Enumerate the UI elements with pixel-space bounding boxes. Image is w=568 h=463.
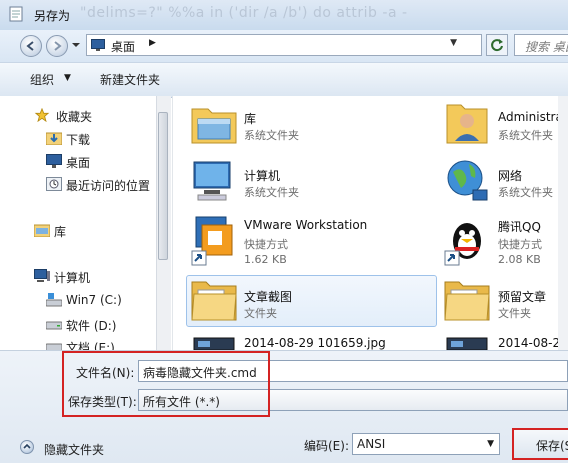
vmware-icon[interactable]: [190, 215, 238, 267]
image-file-icon[interactable]: [190, 336, 238, 350]
organize-button[interactable]: 组织: [30, 71, 54, 88]
recent-places-icon: [46, 177, 62, 191]
back-button[interactable]: [20, 35, 42, 57]
chevron-up-icon: [23, 443, 31, 449]
annotation-highlight-box: [62, 351, 270, 417]
item-name[interactable]: 计算机: [244, 167, 280, 184]
nav-drive-c[interactable]: Win7 (C:): [66, 293, 122, 307]
refresh-button[interactable]: [486, 34, 508, 56]
desktop-icon: [46, 154, 62, 168]
item-type: 文件夹: [244, 307, 277, 320]
background-overlay-text: "delims=?" %%a in ('dir /a /b') do attri…: [80, 5, 408, 21]
forward-button[interactable]: [46, 35, 68, 57]
address-path[interactable]: 桌面: [111, 38, 135, 55]
item-type: 快捷方式: [244, 238, 288, 251]
desktop-icon: [91, 39, 105, 51]
item-type: 系统文件夹: [244, 129, 299, 142]
computer-icon[interactable]: [190, 158, 238, 204]
system-drive-icon: [46, 293, 62, 307]
chevron-down-icon[interactable]: ▼: [64, 73, 71, 83]
address-bar[interactable]: 桌面 ▶ ▼: [86, 34, 482, 56]
history-dropdown-icon[interactable]: [72, 41, 80, 49]
item-name[interactable]: VMware Workstation: [244, 218, 367, 232]
hide-folders-button[interactable]: 隐藏文件夹: [44, 441, 104, 458]
arrow-left-icon: [26, 41, 34, 51]
breadcrumb-arrow-icon[interactable]: ▶: [149, 38, 156, 48]
library-folder-icon[interactable]: [190, 101, 238, 145]
search-input[interactable]: 搜索 桌面: [514, 34, 568, 56]
item-type: 系统文件夹: [498, 129, 553, 142]
library-icon: [34, 224, 50, 237]
nav-item-downloads[interactable]: 下载: [66, 131, 90, 148]
image-file-icon[interactable]: [443, 336, 491, 350]
item-type: 快捷方式: [498, 238, 542, 251]
arrow-right-icon: [54, 41, 62, 51]
folder-icon[interactable]: [190, 276, 238, 324]
download-folder-icon: [46, 132, 62, 145]
document-icon: [9, 6, 23, 22]
item-type: 文件夹: [498, 307, 531, 320]
window-title: 另存为: [34, 9, 71, 23]
computer-icon: [34, 269, 50, 282]
item-size: 2.08 KB: [498, 253, 541, 266]
star-icon: [34, 108, 50, 122]
item-type: 系统文件夹: [244, 186, 299, 199]
nav-item-desktop[interactable]: 桌面: [66, 154, 90, 171]
item-size: 1.62 KB: [244, 253, 287, 266]
network-globe-icon[interactable]: [443, 158, 491, 204]
new-folder-button[interactable]: 新建文件夹: [100, 71, 160, 88]
drive-icon: [46, 321, 62, 330]
address-dropdown-icon[interactable]: ▼: [450, 38, 457, 48]
navigation-pane: 收藏夹 下载 桌面 最近访问的位置 库 计算机 Win7 (C:) 软件 (D:…: [0, 96, 170, 355]
qq-penguin-icon[interactable]: [443, 215, 491, 267]
save-button-label: 保存(S): [536, 439, 568, 453]
item-name[interactable]: 文章截图: [244, 288, 292, 305]
nav-scrollbar-thumb[interactable]: [158, 112, 168, 260]
item-name[interactable]: 预留文章: [498, 288, 546, 305]
command-bar: [0, 62, 568, 98]
user-folder-icon[interactable]: [443, 101, 491, 145]
nav-item-recent[interactable]: 最近访问的位置: [66, 177, 150, 194]
nav-drive-d[interactable]: 软件 (D:): [66, 317, 116, 334]
item-name[interactable]: 网络: [498, 167, 522, 184]
nav-favorites[interactable]: 收藏夹: [56, 108, 92, 125]
item-name[interactable]: 腾讯QQ: [498, 218, 541, 235]
item-type: 系统文件夹: [498, 186, 553, 199]
refresh-icon: [491, 39, 503, 52]
content-scrollbar[interactable]: [558, 96, 568, 350]
expand-toggle-icon[interactable]: [20, 440, 34, 454]
encoding-value[interactable]: ANSI: [357, 437, 385, 451]
item-name[interactable]: 2014-08-29 101659.jpg: [244, 336, 386, 350]
nav-library[interactable]: 库: [54, 223, 66, 240]
item-name[interactable]: 库: [244, 110, 256, 127]
encoding-select[interactable]: ANSI ▼: [352, 433, 500, 455]
search-placeholder: 搜索 桌面: [525, 40, 568, 54]
nav-computer[interactable]: 计算机: [54, 269, 90, 286]
encoding-label: 编码(E):: [304, 439, 349, 453]
save-button[interactable]: 保存(S): [512, 428, 568, 460]
chevron-down-icon[interactable]: ▼: [487, 439, 494, 449]
folder-icon[interactable]: [443, 276, 491, 324]
